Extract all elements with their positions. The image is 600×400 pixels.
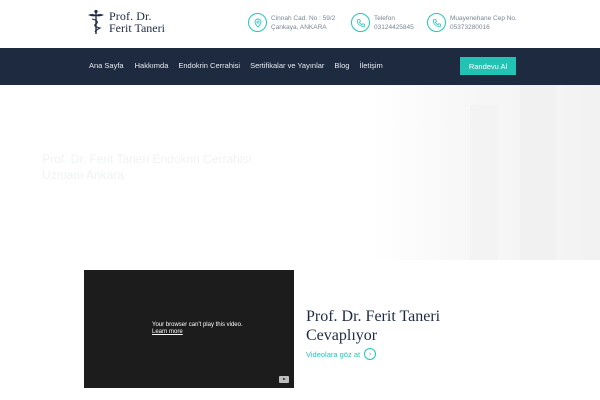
- address-line-1: Cinnah Cad. No : 59/2: [271, 15, 336, 22]
- top-header: Prof. Dr. Ferit Taneri Cinnah Cad. No : …: [0, 0, 600, 48]
- contact-phone[interactable]: Telefon 03124425845: [351, 13, 414, 32]
- nav-menu: Ana Sayfa Hakkımda Endokrin Cerrahisi Se…: [89, 61, 393, 70]
- contact-address: Cinnah Cad. No : 59/2 Çankaya, ANKARA: [248, 13, 335, 32]
- nav-item-contact[interactable]: İletişim: [359, 61, 382, 70]
- nav-item-home[interactable]: Ana Sayfa: [89, 61, 124, 70]
- nav-item-blog[interactable]: Blog: [334, 61, 349, 70]
- hero-background-shape: [470, 105, 498, 260]
- location-pin-icon: [248, 13, 267, 32]
- nav-item-about[interactable]: Hakkımda: [135, 61, 169, 70]
- arrow-right-icon: ›: [364, 348, 377, 360]
- nav-item-endocrine-surgery[interactable]: Endokrin Cerrahisi: [178, 61, 240, 70]
- phone-number[interactable]: 03124425845: [374, 24, 414, 33]
- hero-title: Prof. Dr. Ferit Taneri Endokrin Cerrahis…: [42, 152, 252, 182]
- nav-item-certificates[interactable]: Sertifikalar ve Yayınlar: [250, 61, 324, 70]
- hero-banner: Prof. Dr. Ferit Taneri Endokrin Cerrahis…: [0, 85, 600, 260]
- address-line-2: Çankaya, ANKARA: [271, 23, 327, 31]
- phone-icon: [427, 13, 446, 32]
- appointment-button[interactable]: Randevu Al: [460, 57, 516, 75]
- video-player[interactable]: Your browser can't play this video. Lear…: [84, 270, 294, 388]
- section-title: Prof. Dr. Ferit Taneri Cevaplıyor: [306, 308, 441, 344]
- phone-label: Telefon: [374, 15, 395, 22]
- mobile-number[interactable]: 05373280016: [450, 24, 517, 33]
- video-error-message: Your browser can't play this video.: [152, 322, 243, 328]
- caduceus-icon: [88, 9, 104, 34]
- learn-more-link[interactable]: Learn more: [152, 329, 243, 336]
- site-logo[interactable]: Prof. Dr. Ferit Taneri: [86, 9, 165, 35]
- logo-line-2: Ferit Taneri: [109, 21, 165, 35]
- phone-icon: [351, 13, 370, 32]
- browse-videos-link[interactable]: Videolara göz at ›: [306, 348, 377, 360]
- hero-background-shape: [520, 85, 556, 260]
- contact-mobile[interactable]: Muayenehane Cep No. 05373280016: [427, 13, 517, 32]
- browse-videos-label: Videolara göz at: [306, 349, 361, 359]
- mobile-label: Muayenehane Cep No.: [450, 15, 517, 22]
- youtube-icon[interactable]: [279, 376, 289, 383]
